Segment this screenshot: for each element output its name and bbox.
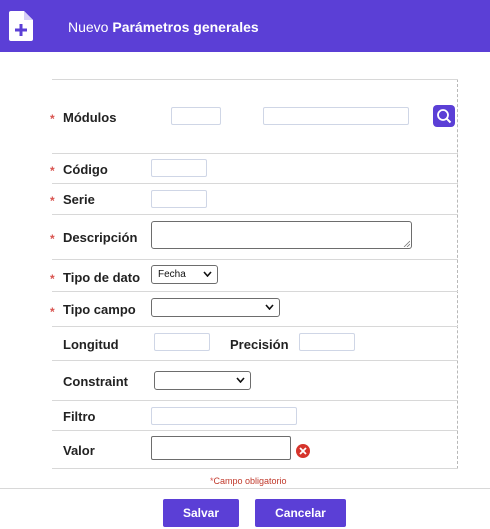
- precision-input[interactable]: [299, 333, 355, 351]
- row-modulos: * Módulos: [50, 79, 458, 153]
- required-marker: *: [50, 305, 55, 319]
- row-descripcion: * Descripción: [50, 214, 458, 259]
- save-button[interactable]: Salvar: [163, 499, 239, 527]
- required-note-text: Campo obligatorio: [213, 476, 287, 486]
- tipo-dato-label: Tipo de dato: [63, 270, 141, 285]
- descripcion-textarea[interactable]: [151, 221, 412, 249]
- modulos-code-input[interactable]: [171, 107, 221, 125]
- tipo-campo-select[interactable]: [151, 298, 280, 317]
- descripcion-label: Descripción: [63, 230, 138, 245]
- row-constraint: Constraint: [52, 360, 458, 400]
- serie-label: Serie: [63, 192, 95, 207]
- row-valor: Valor: [52, 430, 458, 469]
- row-longitud: Longitud Precisión: [52, 326, 458, 360]
- required-marker: *: [50, 272, 55, 286]
- row-tipo-campo: * Tipo campo: [50, 291, 458, 326]
- row-tipo-dato: * Tipo de dato Fecha: [50, 259, 458, 291]
- row-serie: * Serie: [50, 183, 458, 214]
- chevron-down-icon: [265, 304, 274, 310]
- row-filtro: Filtro: [52, 400, 458, 430]
- valor-input[interactable]: [151, 436, 291, 460]
- search-button[interactable]: [433, 105, 455, 127]
- title-prefix: Nuevo: [68, 19, 109, 35]
- required-marker: *: [50, 194, 55, 208]
- title-main: Parámetros generales: [112, 19, 259, 35]
- parameters-form: * Módulos * Código * Serie * Descripción: [50, 79, 458, 469]
- longitud-input[interactable]: [154, 333, 210, 351]
- required-marker: *: [50, 112, 55, 126]
- document-add-icon: [9, 11, 33, 41]
- required-note: *Campo obligatorio: [210, 476, 287, 486]
- footer-divider: [0, 488, 490, 489]
- codigo-label: Código: [63, 162, 108, 177]
- longitud-label: Longitud: [63, 337, 119, 352]
- chevron-down-icon: [203, 271, 212, 277]
- required-marker: *: [50, 232, 55, 246]
- filtro-input[interactable]: [151, 407, 297, 425]
- resize-grip-icon[interactable]: [403, 240, 410, 247]
- row-codigo: * Código: [50, 153, 458, 183]
- cancel-button[interactable]: Cancelar: [255, 499, 346, 527]
- tipo-dato-select[interactable]: Fecha: [151, 265, 218, 284]
- constraint-label: Constraint: [63, 374, 128, 389]
- chevron-down-icon: [236, 377, 245, 383]
- tipo-dato-value: Fecha: [158, 269, 186, 280]
- required-marker: *: [50, 164, 55, 178]
- serie-input[interactable]: [151, 190, 207, 208]
- modulos-name-input[interactable]: [263, 107, 409, 125]
- page-title: Nuevo Parámetros generales: [68, 19, 259, 35]
- clear-valor-button[interactable]: [296, 444, 310, 458]
- tipo-campo-label: Tipo campo: [63, 302, 136, 317]
- modulos-label: Módulos: [63, 110, 117, 125]
- valor-label: Valor: [63, 443, 95, 458]
- filtro-label: Filtro: [63, 409, 96, 424]
- error-clear-icon: [299, 447, 307, 455]
- precision-label: Precisión: [230, 337, 289, 352]
- codigo-input[interactable]: [151, 159, 207, 177]
- constraint-select[interactable]: [154, 371, 251, 390]
- page-header: Nuevo Parámetros generales: [0, 0, 490, 52]
- search-icon: [437, 109, 452, 124]
